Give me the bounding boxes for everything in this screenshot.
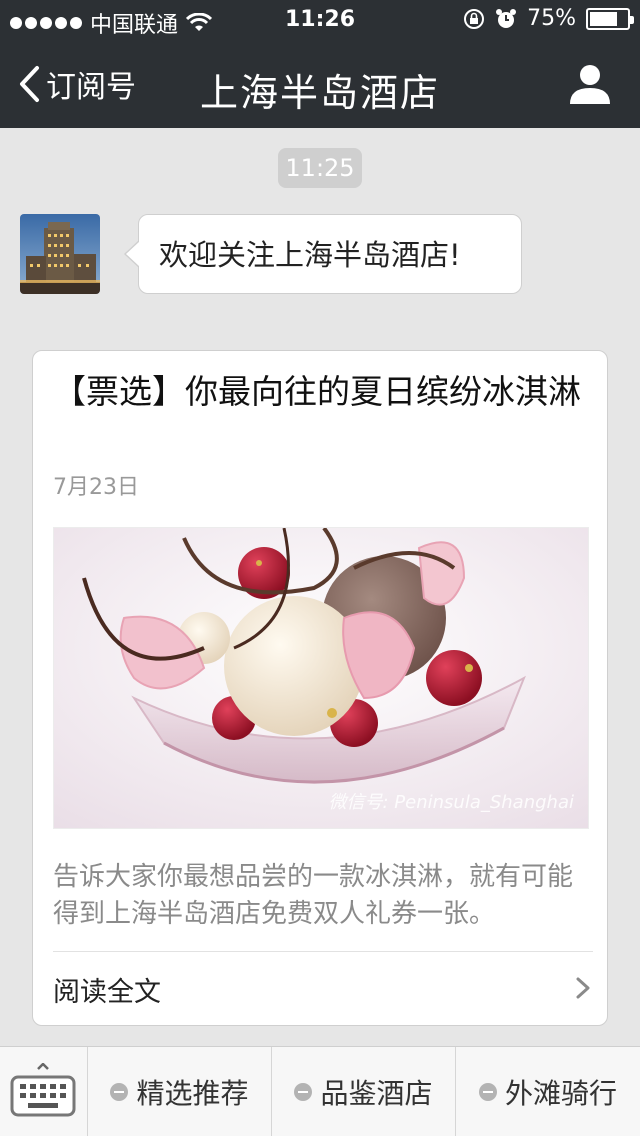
menu-item-label: 外滩骑行 <box>504 1077 617 1110</box>
menu-item-label: 精选推荐 <box>136 1077 249 1110</box>
keyboard-toggle-button[interactable] <box>0 1047 88 1136</box>
nav-bar: 订阅号 上海半岛酒店 <box>0 40 640 128</box>
status-bar: 中国联通 11:26 75% <box>0 0 640 40</box>
menu-item-hotel[interactable]: 品鉴酒店 <box>272 1047 456 1136</box>
status-right: 75% <box>463 6 634 31</box>
watermark-text: 微信号: Peninsula_Shanghai <box>328 792 575 813</box>
article-title: 【票选】你最向往的夏日缤纷冰淇淋 <box>53 372 581 411</box>
menu-expand-icon <box>294 1083 313 1101</box>
article-date: 7月23日 <box>53 475 139 500</box>
rotation-lock-icon <box>464 8 485 29</box>
chevron-right-icon <box>576 977 590 999</box>
welcome-message-bubble[interactable]: 欢迎关注上海半岛酒店! <box>138 214 522 294</box>
read-more-label: 阅读全文 <box>53 977 161 1008</box>
hotel-avatar[interactable] <box>20 214 100 294</box>
menu-item-label: 品鉴酒店 <box>320 1077 433 1110</box>
battery-fill <box>590 11 617 26</box>
article-cover-image: 微信号: Peninsula_Shanghai <box>53 527 589 829</box>
bubble-tail-fill <box>126 241 140 267</box>
alarm-icon <box>496 8 517 28</box>
menu-expand-icon <box>478 1083 497 1101</box>
battery-icon <box>586 7 634 30</box>
article-description: 告诉大家你最想品尝的一款冰淇淋，就有可能得到上海半岛酒店免费双人礼券一张。 <box>53 862 574 929</box>
keyboard-icon <box>10 1063 76 1117</box>
battery-percent: 75% <box>527 6 576 31</box>
profile-icon[interactable] <box>568 62 612 106</box>
bottom-menu: 精选推荐 品鉴酒店 外滩骑行 <box>0 1046 640 1136</box>
page-title: 上海半岛酒店 <box>199 71 440 115</box>
read-more-link[interactable]: 阅读全文 <box>33 952 609 1024</box>
image-watermark: 微信号: Peninsula_Shanghai <box>329 788 575 814</box>
ice-cream-image <box>54 528 588 828</box>
article-card[interactable]: 【票选】你最向往的夏日缤纷冰淇淋 7月23日 微信号: Peninsula_Sh… <box>32 350 608 1026</box>
menu-item-featured[interactable]: 精选推荐 <box>88 1047 272 1136</box>
menu-expand-icon <box>110 1083 129 1101</box>
message-timestamp: 11:25 <box>278 148 362 188</box>
menu-item-bund-cycling[interactable]: 外滩骑行 <box>456 1047 640 1136</box>
hotel-building-image <box>20 214 100 294</box>
